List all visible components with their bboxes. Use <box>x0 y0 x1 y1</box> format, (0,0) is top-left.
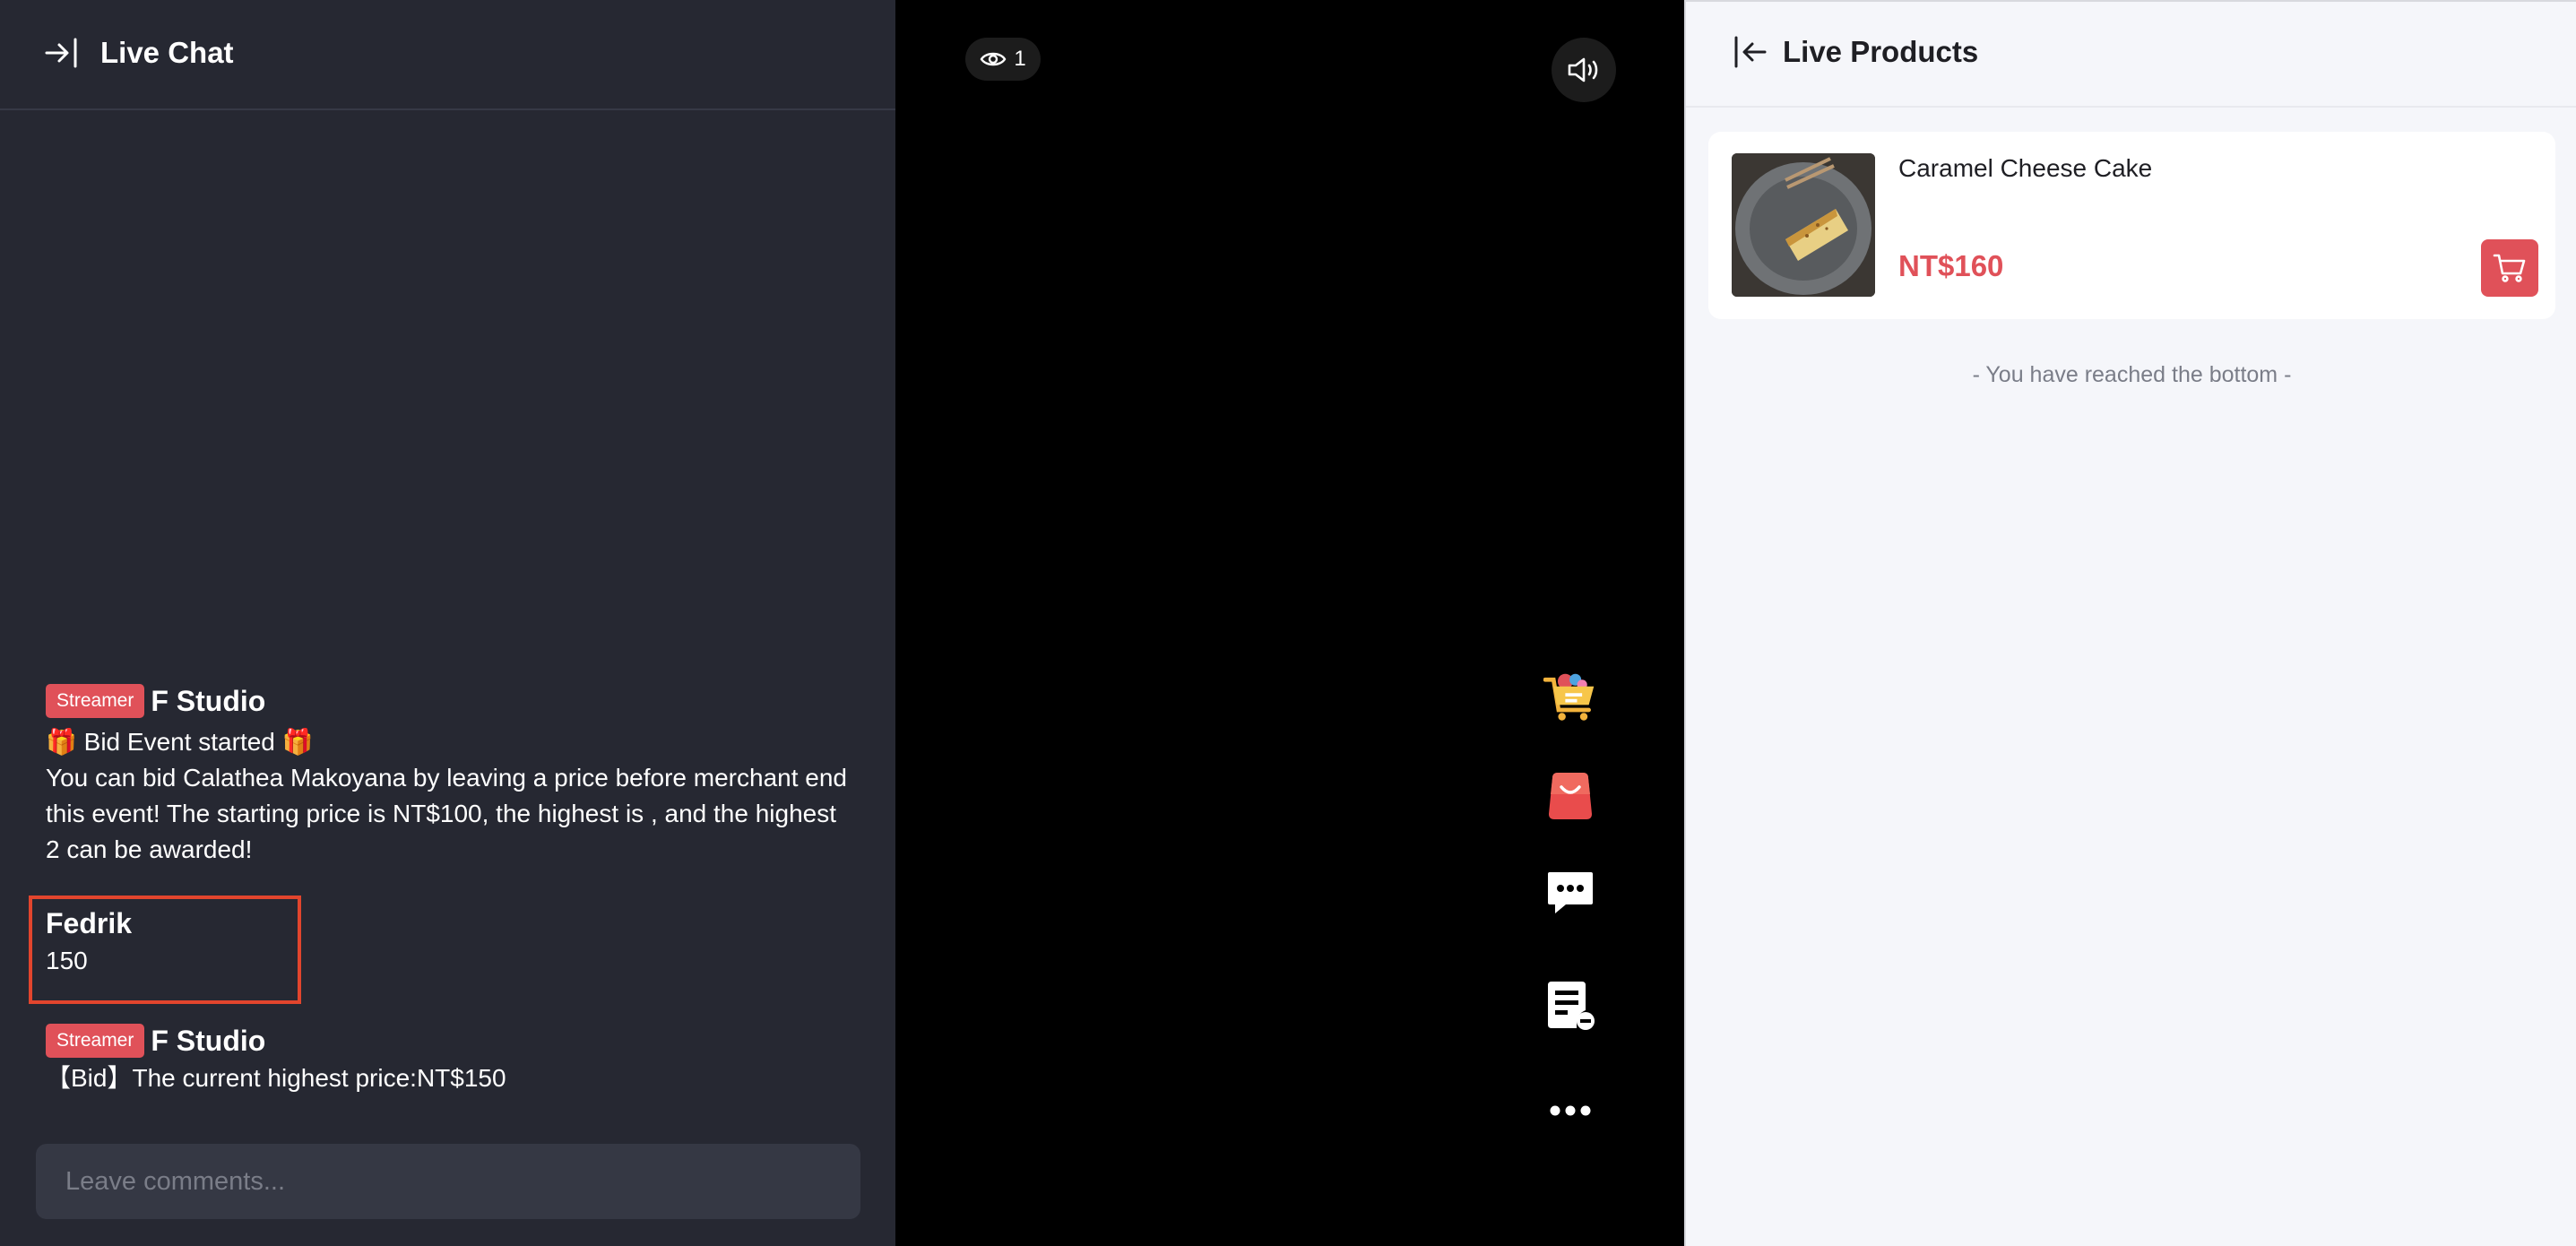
message-text: 🎁 Bid Event started 🎁 <box>46 728 314 756</box>
comment-input[interactable] <box>36 1144 860 1219</box>
collapse-panel-icon[interactable] <box>43 34 81 72</box>
collapse-left-icon[interactable] <box>1733 34 1768 70</box>
message-text: 150 <box>46 947 88 974</box>
add-to-cart-button[interactable] <box>2481 239 2538 297</box>
products-title: Live Products <box>1783 35 1979 68</box>
live-products-panel: Live Products Caramel Cheese Cake NT$160… <box>1684 0 2576 1246</box>
product-price: NT$160 <box>1898 249 2004 282</box>
product-card[interactable]: Caramel Cheese Cake NT$160 <box>1708 132 2555 319</box>
message-author: F Studio <box>151 685 266 717</box>
order-list-button[interactable] <box>1543 979 1597 1033</box>
cart-icon <box>1543 673 1595 721</box>
message-text: You can bid Calathea Makoyana by leaving… <box>46 764 854 863</box>
products-header: Live Products <box>1686 2 2576 108</box>
more-icon <box>1550 1105 1591 1116</box>
message-text: 【Bid】The current highest price:NT$150 <box>46 1064 506 1092</box>
shopping-bag-button[interactable] <box>1543 768 1597 822</box>
chat-title: Live Chat <box>100 36 234 69</box>
message-author: Fedrik <box>46 907 133 939</box>
product-name[interactable]: Caramel Cheese Cake <box>1898 154 2152 183</box>
more-button[interactable] <box>1543 1084 1597 1138</box>
chat-message: Fedrik 150 <box>46 904 852 979</box>
speaker-icon <box>1568 57 1598 82</box>
live-chat-panel: Live Chat Streamer F Studio 🎁 Bid Event … <box>0 0 895 1246</box>
viewer-count-badge: 1 <box>965 38 1041 81</box>
chat-message: Streamer F Studio 【Bid】The current highe… <box>46 1021 852 1096</box>
chat-message: Streamer F Studio 🎁 Bid Event started 🎁 … <box>46 681 852 868</box>
eye-icon <box>980 52 1007 66</box>
shopping-cart-icon <box>2493 254 2526 282</box>
video-player[interactable]: 1 <box>895 0 1684 1246</box>
chat-bubble-icon <box>1548 872 1593 913</box>
streamer-badge: Streamer <box>46 1024 145 1058</box>
streamer-badge: Streamer <box>46 684 145 718</box>
order-list-icon <box>1548 982 1595 1030</box>
end-of-list-note: - You have reached the bottom - <box>1972 362 2292 387</box>
volume-button[interactable] <box>1552 38 1616 102</box>
chat-button[interactable] <box>1543 866 1597 920</box>
cart-button[interactable] <box>1543 670 1597 723</box>
shopping-bag-icon <box>1549 773 1592 819</box>
product-image[interactable] <box>1732 153 1875 297</box>
chat-header: Live Chat <box>0 0 895 110</box>
viewer-count: 1 <box>1014 47 1026 71</box>
message-author: F Studio <box>151 1025 266 1057</box>
cake-plate-image <box>1732 153 1875 297</box>
